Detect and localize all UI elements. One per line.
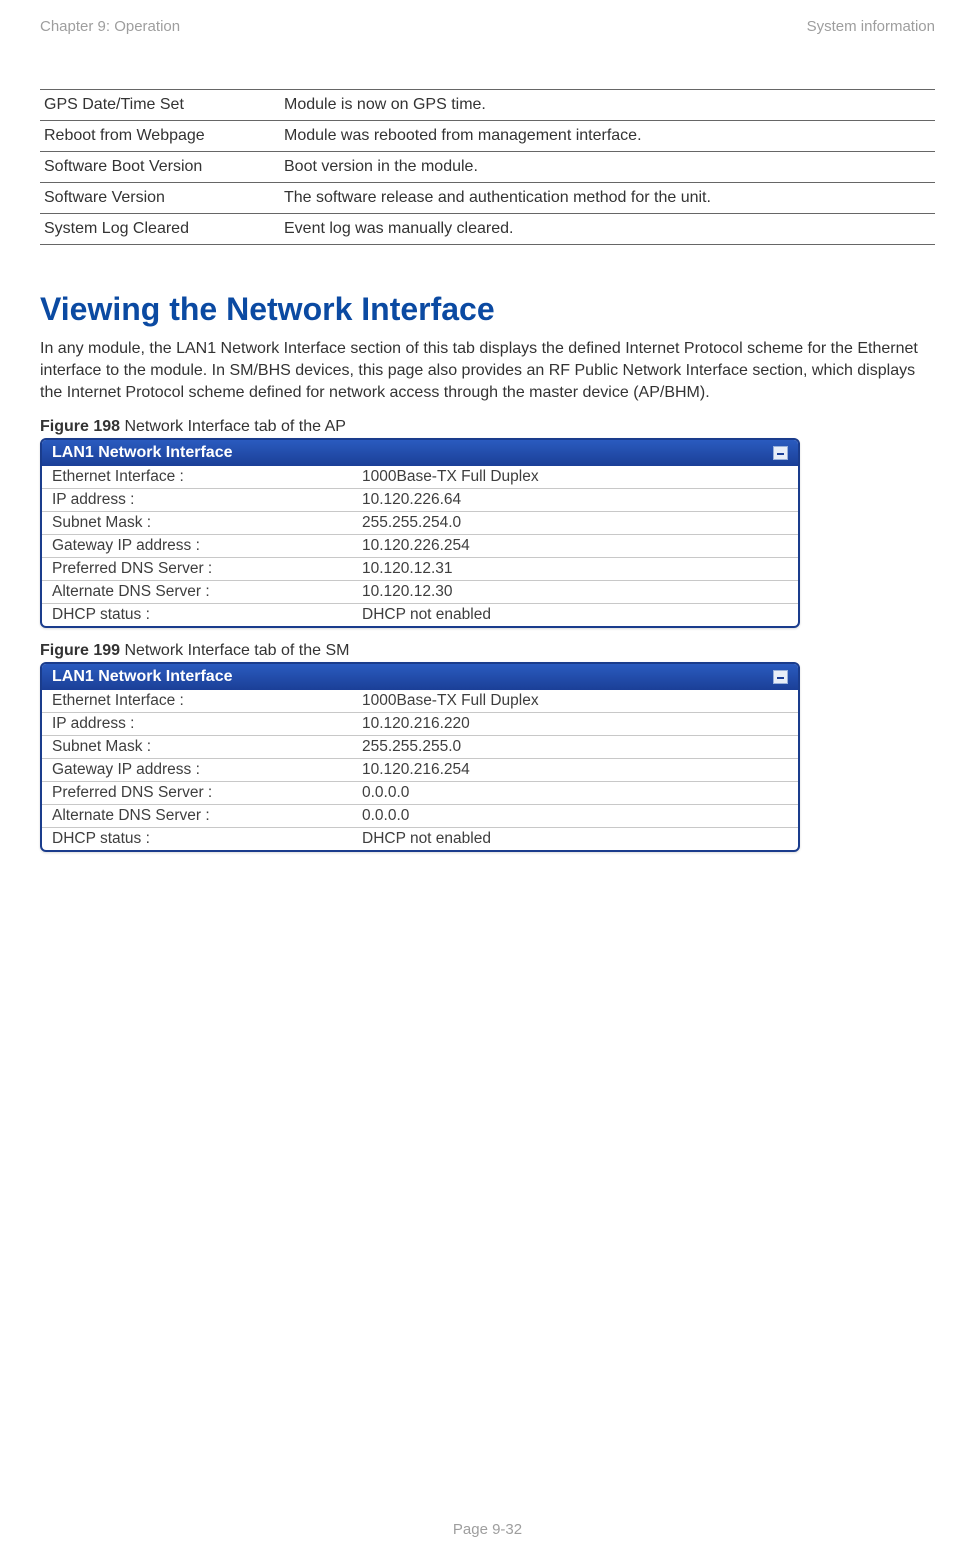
field-label: Gateway IP address : (42, 759, 352, 782)
term: System Log Cleared (40, 214, 280, 245)
field-label: Gateway IP address : (42, 535, 352, 558)
table-row: Gateway IP address :10.120.226.254 (42, 535, 798, 558)
section-heading: Viewing the Network Interface (40, 291, 935, 328)
definition-table: GPS Date/Time Set Module is now on GPS t… (40, 89, 935, 245)
term: GPS Date/Time Set (40, 90, 280, 121)
field-value: DHCP not enabled (352, 828, 798, 851)
desc: The software release and authentication … (280, 183, 935, 214)
field-label: Preferred DNS Server : (42, 782, 352, 805)
figure-text: Network Interface tab of the SM (120, 642, 349, 659)
field-value: DHCP not enabled (352, 604, 798, 627)
field-label: Subnet Mask : (42, 736, 352, 759)
figure-text: Network Interface tab of the AP (120, 418, 346, 435)
field-value: 1000Base-TX Full Duplex (352, 466, 798, 489)
term: Software Version (40, 183, 280, 214)
field-value: 0.0.0.0 (352, 782, 798, 805)
table-row: Ethernet Interface :1000Base-TX Full Dup… (42, 466, 798, 489)
header-left: Chapter 9: Operation (40, 18, 180, 35)
table-row: IP address :10.120.216.220 (42, 713, 798, 736)
table-row: System Log Cleared Event log was manuall… (40, 214, 935, 245)
desc: Boot version in the module. (280, 152, 935, 183)
field-label: Subnet Mask : (42, 512, 352, 535)
panel-title: LAN1 Network Interface (52, 444, 233, 462)
page-header: Chapter 9: Operation System information (40, 18, 935, 35)
table-row: Subnet Mask :255.255.254.0 (42, 512, 798, 535)
figure-caption: Figure 198 Network Interface tab of the … (40, 418, 935, 436)
collapse-icon[interactable] (773, 446, 788, 460)
table-row: DHCP status :DHCP not enabled (42, 604, 798, 627)
figure-caption: Figure 199 Network Interface tab of the … (40, 642, 935, 660)
field-value: 10.120.12.30 (352, 581, 798, 604)
page-footer: Page 9-32 (0, 1521, 975, 1538)
table-row: Ethernet Interface :1000Base-TX Full Dup… (42, 690, 798, 713)
table-row: Software Version The software release an… (40, 183, 935, 214)
table-row: Gateway IP address :10.120.216.254 (42, 759, 798, 782)
field-label: Preferred DNS Server : (42, 558, 352, 581)
field-label: IP address : (42, 713, 352, 736)
table-row: Preferred DNS Server :0.0.0.0 (42, 782, 798, 805)
field-value: 1000Base-TX Full Duplex (352, 690, 798, 713)
table-row: Subnet Mask :255.255.255.0 (42, 736, 798, 759)
field-value: 10.120.226.254 (352, 535, 798, 558)
panel-title: LAN1 Network Interface (52, 668, 233, 686)
table-row: Alternate DNS Server :0.0.0.0 (42, 805, 798, 828)
field-value: 10.120.216.254 (352, 759, 798, 782)
term: Reboot from Webpage (40, 121, 280, 152)
table-row: Software Boot Version Boot version in th… (40, 152, 935, 183)
figure-number: Figure 198 (40, 418, 120, 435)
field-label: DHCP status : (42, 828, 352, 851)
panel-header[interactable]: LAN1 Network Interface (42, 440, 798, 466)
desc: Module is now on GPS time. (280, 90, 935, 121)
table-row: DHCP status :DHCP not enabled (42, 828, 798, 851)
table-row: IP address :10.120.226.64 (42, 489, 798, 512)
network-interface-panel-sm: LAN1 Network Interface Ethernet Interfac… (40, 662, 800, 852)
table-row: Alternate DNS Server :10.120.12.30 (42, 581, 798, 604)
figure-number: Figure 199 (40, 642, 120, 659)
field-label: Alternate DNS Server : (42, 805, 352, 828)
panel-header[interactable]: LAN1 Network Interface (42, 664, 798, 690)
field-value: 255.255.254.0 (352, 512, 798, 535)
field-label: IP address : (42, 489, 352, 512)
desc: Event log was manually cleared. (280, 214, 935, 245)
table-row: Reboot from Webpage Module was rebooted … (40, 121, 935, 152)
table-row: GPS Date/Time Set Module is now on GPS t… (40, 90, 935, 121)
field-value: 10.120.226.64 (352, 489, 798, 512)
field-label: Alternate DNS Server : (42, 581, 352, 604)
desc: Module was rebooted from management inte… (280, 121, 935, 152)
panel-table: Ethernet Interface :1000Base-TX Full Dup… (42, 690, 798, 850)
field-label: Ethernet Interface : (42, 690, 352, 713)
header-right: System information (807, 18, 935, 35)
collapse-icon[interactable] (773, 670, 788, 684)
field-value: 10.120.12.31 (352, 558, 798, 581)
field-value: 10.120.216.220 (352, 713, 798, 736)
field-value: 255.255.255.0 (352, 736, 798, 759)
field-value: 0.0.0.0 (352, 805, 798, 828)
field-label: Ethernet Interface : (42, 466, 352, 489)
network-interface-panel-ap: LAN1 Network Interface Ethernet Interfac… (40, 438, 800, 628)
table-row: Preferred DNS Server :10.120.12.31 (42, 558, 798, 581)
term: Software Boot Version (40, 152, 280, 183)
section-body: In any module, the LAN1 Network Interfac… (40, 338, 935, 404)
panel-table: Ethernet Interface :1000Base-TX Full Dup… (42, 466, 798, 626)
field-label: DHCP status : (42, 604, 352, 627)
